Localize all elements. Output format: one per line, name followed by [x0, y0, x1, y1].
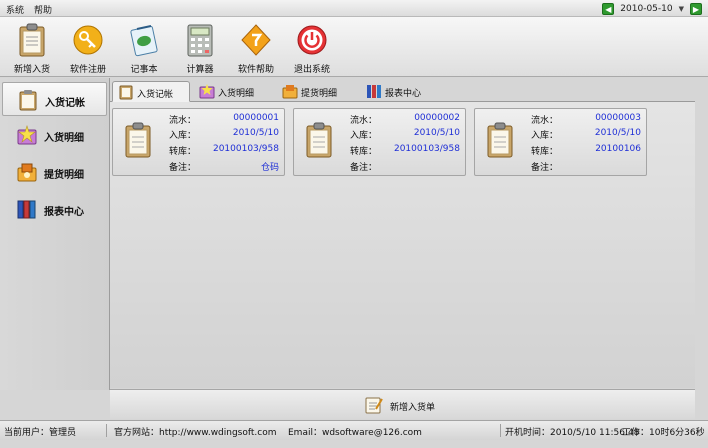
note-label: 备注： — [350, 163, 378, 173]
notepad-icon — [130, 25, 158, 57]
box-folder-icon — [17, 163, 37, 182]
sidebar-item-label: 报表中心 — [44, 207, 84, 218]
calculator-button[interactable]: 计算器 — [173, 22, 227, 75]
sidebar-item-label: 提货明细 — [44, 170, 84, 181]
tab-stock-details[interactable]: 入货明细 — [194, 81, 274, 102]
menu-help[interactable]: 帮助 — [34, 3, 52, 16]
transfer-value: 20100103/958 — [212, 144, 279, 154]
work-time: 工作：10时6分36秒 — [622, 428, 705, 438]
tab-label: 入货明细 — [218, 89, 255, 99]
box-folder-icon — [282, 85, 298, 99]
calculator-icon — [187, 24, 213, 57]
edit-note-icon — [365, 397, 383, 414]
in-label: 入库： — [350, 131, 378, 141]
record-card[interactable]: 流水： 00000003 入库： 2010/5/10 转库： 20100106 备注： — [474, 108, 647, 176]
record-card[interactable]: 流水： 00000001 入库： 2010/5/10 转库： 20100103/958… — [112, 108, 285, 176]
prev-day-button[interactable]: ◀ — [602, 2, 615, 15]
tab-label: 报表中心 — [385, 89, 422, 99]
clipboard-icon — [119, 85, 133, 100]
tab-label: 提货明细 — [301, 89, 338, 99]
notepad-button[interactable]: 记事本 — [117, 22, 171, 75]
power-icon — [297, 25, 327, 55]
software-help-button[interactable]: 软件帮助 — [229, 22, 283, 75]
flow-label: 流水： — [350, 116, 378, 126]
current-user: 当前用户：管理员 — [4, 428, 77, 438]
new-stock-button[interactable]: 新增入货 — [5, 22, 59, 75]
sidebar: 入货记帐 入货明细 提货明细 报表中心 — [0, 78, 110, 390]
tool-label: 记事本 — [130, 65, 158, 75]
toolbar: 新增入货 软件注册 记事本 计算器 软件帮助 退出系统 — [0, 17, 708, 77]
in-value: 2010/5/10 — [232, 128, 279, 138]
note-label: 备注： — [531, 163, 559, 173]
status-divider — [106, 424, 107, 437]
tool-label: 计算器 — [186, 65, 214, 75]
tab-strip: 入货记帐 入货明细 提货明细 报表中心 — [110, 80, 695, 102]
menu-bar: 系统 帮助 ◀ 2010-05-10 ▼ ▶ — [0, 0, 708, 17]
menu-system[interactable]: 系统 — [6, 3, 24, 16]
add-stock-order-label: 新增入货单 — [390, 403, 436, 413]
books-icon — [17, 200, 36, 219]
tab-label: 入货记帐 — [137, 90, 174, 100]
date-picker[interactable]: ◀ 2010-05-10 ▼ ▶ — [602, 1, 702, 16]
email-link[interactable]: Email：wdsoftware@126.com — [288, 425, 422, 438]
status-divider — [500, 424, 501, 437]
sidebar-item-label: 入货记帐 — [45, 98, 85, 109]
date-value[interactable]: 2010-05-10 — [620, 4, 672, 14]
record-panel: 流水： 00000001 入库： 2010/5/10 转库： 20100103/958… — [110, 102, 695, 388]
in-value: 2010/5/10 — [594, 128, 641, 138]
in-label: 入库： — [169, 131, 197, 141]
clipboard-icon — [19, 23, 45, 57]
start-time: 开机时间：2010/5/10 11:56:48 — [505, 428, 640, 438]
status-bar: 当前用户：管理员 官方网站：http://www.wdingsoft.com E… — [0, 420, 708, 440]
flow-value: 00000002 — [414, 113, 460, 123]
clipboard-icon — [487, 122, 513, 158]
flow-value: 00000003 — [595, 113, 641, 123]
sidebar-item-label: 入货明细 — [44, 133, 84, 144]
flow-label: 流水： — [531, 116, 559, 126]
clipboard-icon — [125, 122, 151, 158]
sidebar-item-report-center[interactable]: 报表中心 — [2, 192, 107, 226]
key-icon — [73, 25, 103, 55]
clipboard-icon — [19, 90, 37, 111]
website-link[interactable]: 官方网站：http://www.wdingsoft.com — [114, 425, 277, 438]
in-label: 入库： — [531, 131, 559, 141]
in-value: 2010/5/10 — [413, 128, 460, 138]
star-folder-icon — [17, 125, 37, 145]
flow-value: 00000001 — [233, 113, 279, 123]
star-folder-icon — [199, 84, 215, 99]
resize-grip-icon[interactable]: ⋰ — [696, 427, 704, 436]
help-diamond-icon — [241, 24, 271, 56]
tab-stock-ledger[interactable]: 入货记帐 — [112, 81, 190, 102]
chevron-down-icon[interactable]: ▼ — [679, 5, 684, 13]
exit-button[interactable]: 退出系统 — [285, 22, 339, 75]
note-label: 备注： — [169, 163, 197, 173]
note-value: 仓码 — [260, 163, 279, 173]
tool-label: 退出系统 — [293, 65, 330, 75]
tool-label: 新增入货 — [13, 65, 50, 75]
flow-label: 流水： — [169, 116, 197, 126]
books-icon — [367, 85, 381, 98]
record-card[interactable]: 流水： 00000002 入库： 2010/5/10 转库： 20100103/958… — [293, 108, 466, 176]
transfer-value: 20100103/958 — [393, 144, 460, 154]
action-bar: 新增入货单 — [110, 389, 695, 419]
transfer-value: 20100106 — [595, 144, 641, 154]
tool-label: 软件注册 — [69, 65, 106, 75]
register-button[interactable]: 软件注册 — [61, 22, 115, 75]
next-day-button[interactable]: ▶ — [690, 2, 702, 15]
tab-pickup-details[interactable]: 提货明细 — [277, 81, 357, 102]
sidebar-item-stock-ledger[interactable]: 入货记帐 — [2, 82, 107, 116]
sidebar-item-pickup-details[interactable]: 提货明细 — [2, 155, 107, 189]
transfer-label: 转库： — [169, 147, 197, 157]
transfer-label: 转库： — [531, 147, 559, 157]
tab-report-center[interactable]: 报表中心 — [361, 81, 441, 102]
tool-label: 软件帮助 — [237, 65, 274, 75]
transfer-label: 转库： — [350, 147, 378, 157]
clipboard-icon — [306, 122, 332, 158]
sidebar-item-stock-details[interactable]: 入货明细 — [2, 118, 107, 152]
add-stock-order-button[interactable]: 新增入货单 — [362, 394, 444, 416]
